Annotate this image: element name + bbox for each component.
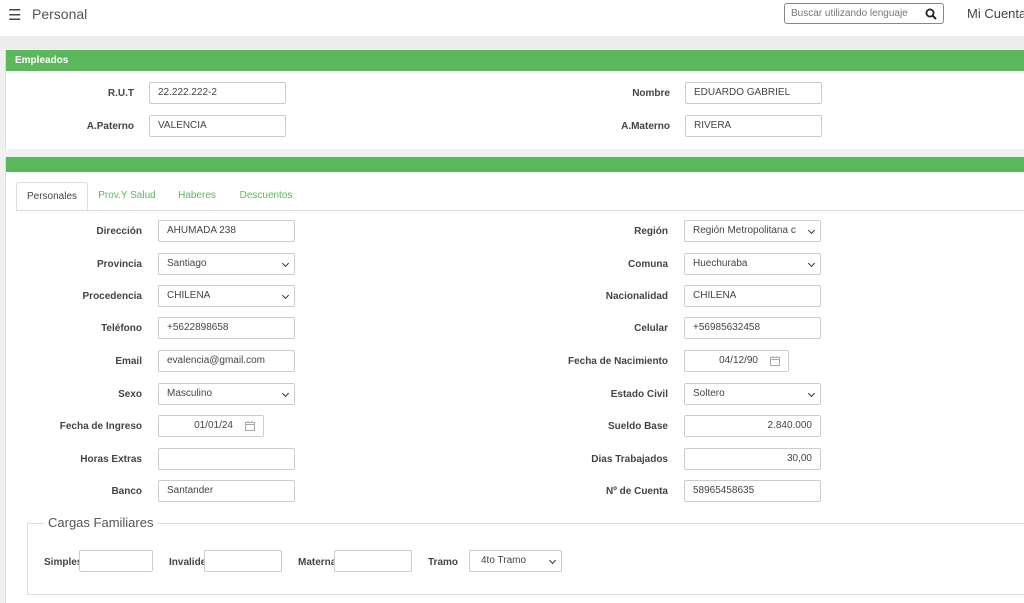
provincia-value: Santiago	[167, 258, 207, 269]
email-input[interactable]: evalencia@gmail.com	[158, 350, 295, 372]
account-link[interactable]: Mi Cuenta	[967, 6, 1024, 21]
region-label: Región	[634, 226, 668, 237]
sueldo-label: Sueldo Base	[607, 421, 668, 432]
procedencia-label: Procedencia	[82, 291, 142, 302]
ingreso-date-input[interactable]: 01/01/24	[158, 415, 264, 437]
nacionalidad-label: Nacionalidad	[605, 291, 668, 302]
sueldo-input[interactable]: 2.840.000	[684, 415, 821, 437]
materno-label: A.Materno	[621, 121, 670, 132]
materno-input[interactable]: RIVERA	[685, 115, 822, 137]
page-background	[0, 36, 1024, 49]
tramo-label: Tramo	[428, 557, 459, 568]
details-panel: Personales Prov.Y Salud Haberes Descuent…	[5, 157, 1024, 603]
horas-label: Horas Extras	[80, 454, 142, 465]
paterno-input[interactable]: VALENCIA	[149, 115, 286, 137]
procedencia-value: CHILENA	[167, 290, 211, 301]
hamburger-icon[interactable]: ☰	[8, 8, 21, 24]
cuenta-input[interactable]: 58965458635	[684, 480, 821, 502]
rut-input[interactable]: 22.222.222-2	[149, 82, 286, 104]
estado-civil-value: Soltero	[693, 388, 725, 399]
sexo-select[interactable]: Masculino	[158, 383, 295, 405]
celular-label: Celular	[634, 323, 668, 334]
maternal-input[interactable]	[334, 550, 412, 572]
tab-descuentos[interactable]: Descuentos	[234, 182, 298, 210]
calendar-icon[interactable]	[245, 421, 255, 431]
panel-header: Empleados	[6, 50, 1024, 71]
tramo-select[interactable]: 4to Tramo	[469, 550, 562, 572]
banco-input[interactable]: Santander	[158, 480, 295, 502]
provincia-select[interactable]: Santiago	[158, 253, 295, 275]
simples-input[interactable]	[79, 550, 153, 572]
tab-haberes[interactable]: Haberes	[172, 182, 222, 210]
page-title: Personal	[32, 6, 88, 22]
nombre-input[interactable]: EDUARDO GABRIEL	[685, 82, 822, 104]
tab-bar: Personales Prov.Y Salud Haberes Descuent…	[16, 182, 1024, 211]
nacimiento-date-input[interactable]: 04/12/90	[684, 350, 789, 372]
ingreso-label: Fecha de Ingreso	[59, 421, 142, 432]
email-label: Email	[115, 356, 142, 367]
estado-civil-label: Estado Civil	[610, 389, 668, 400]
nombre-label: Nombre	[632, 88, 670, 99]
ingreso-value: 01/01/24	[194, 420, 233, 431]
comuna-label: Comuna	[628, 259, 668, 270]
sexo-value: Masculino	[167, 388, 213, 399]
search-input[interactable]	[791, 6, 917, 21]
direccion-input[interactable]: AHUMADA 238	[158, 220, 295, 242]
comuna-select[interactable]: Huechuraba	[684, 253, 821, 275]
direccion-label: Dirección	[96, 226, 142, 237]
invalidez-input[interactable]	[204, 550, 282, 572]
simples-label: Simples	[44, 557, 83, 568]
region-select[interactable]: Región Metropolitana c	[684, 220, 821, 242]
tab-prov-salud[interactable]: Prov.Y Salud	[96, 182, 158, 210]
cuenta-label: Nº de Cuenta	[606, 486, 668, 497]
horas-input[interactable]	[158, 448, 295, 470]
nacimiento-value: 04/12/90	[719, 355, 758, 366]
telefono-input[interactable]: +5622898658	[158, 317, 295, 339]
telefono-label: Teléfono	[101, 323, 142, 334]
estado-civil-select[interactable]: Soltero	[684, 383, 821, 405]
banco-label: Banco	[111, 486, 142, 497]
celular-input[interactable]: +56985632458	[684, 317, 821, 339]
nacionalidad-input[interactable]: CHILENA	[684, 285, 821, 307]
sexo-label: Sexo	[118, 389, 142, 400]
paterno-label: A.Paterno	[86, 121, 134, 132]
calendar-icon[interactable]	[770, 356, 780, 366]
panel-header-bar	[6, 157, 1024, 172]
tab-personales[interactable]: Personales	[16, 182, 88, 210]
procedencia-select[interactable]: CHILENA	[158, 285, 295, 307]
employee-panel: Empleados R.U.T 22.222.222-2 Nombre EDUA…	[5, 50, 1024, 149]
nacimiento-label: Fecha de Nacimiento	[567, 356, 668, 367]
provincia-label: Provincia	[96, 259, 142, 270]
panel-title: Empleados	[15, 55, 69, 66]
tramo-value: 4to Tramo	[481, 555, 527, 566]
dias-input[interactable]: 30,00	[684, 448, 821, 470]
top-bar: ☰ Personal Mi Cuenta	[0, 0, 1024, 36]
maternal-label: Maternal	[298, 557, 340, 568]
dias-label: Dias Trabajados	[591, 454, 668, 465]
region-value: Región Metropolitana c	[693, 225, 796, 236]
search-box[interactable]	[784, 3, 944, 24]
comuna-value: Huechuraba	[693, 258, 748, 269]
cargas-fieldset: Cargas Familiares Simples Invalidez Mate…	[27, 515, 1024, 595]
rut-label: R.U.T	[107, 88, 134, 99]
search-icon[interactable]	[925, 8, 937, 20]
cargas-legend: Cargas Familiares	[44, 515, 158, 530]
